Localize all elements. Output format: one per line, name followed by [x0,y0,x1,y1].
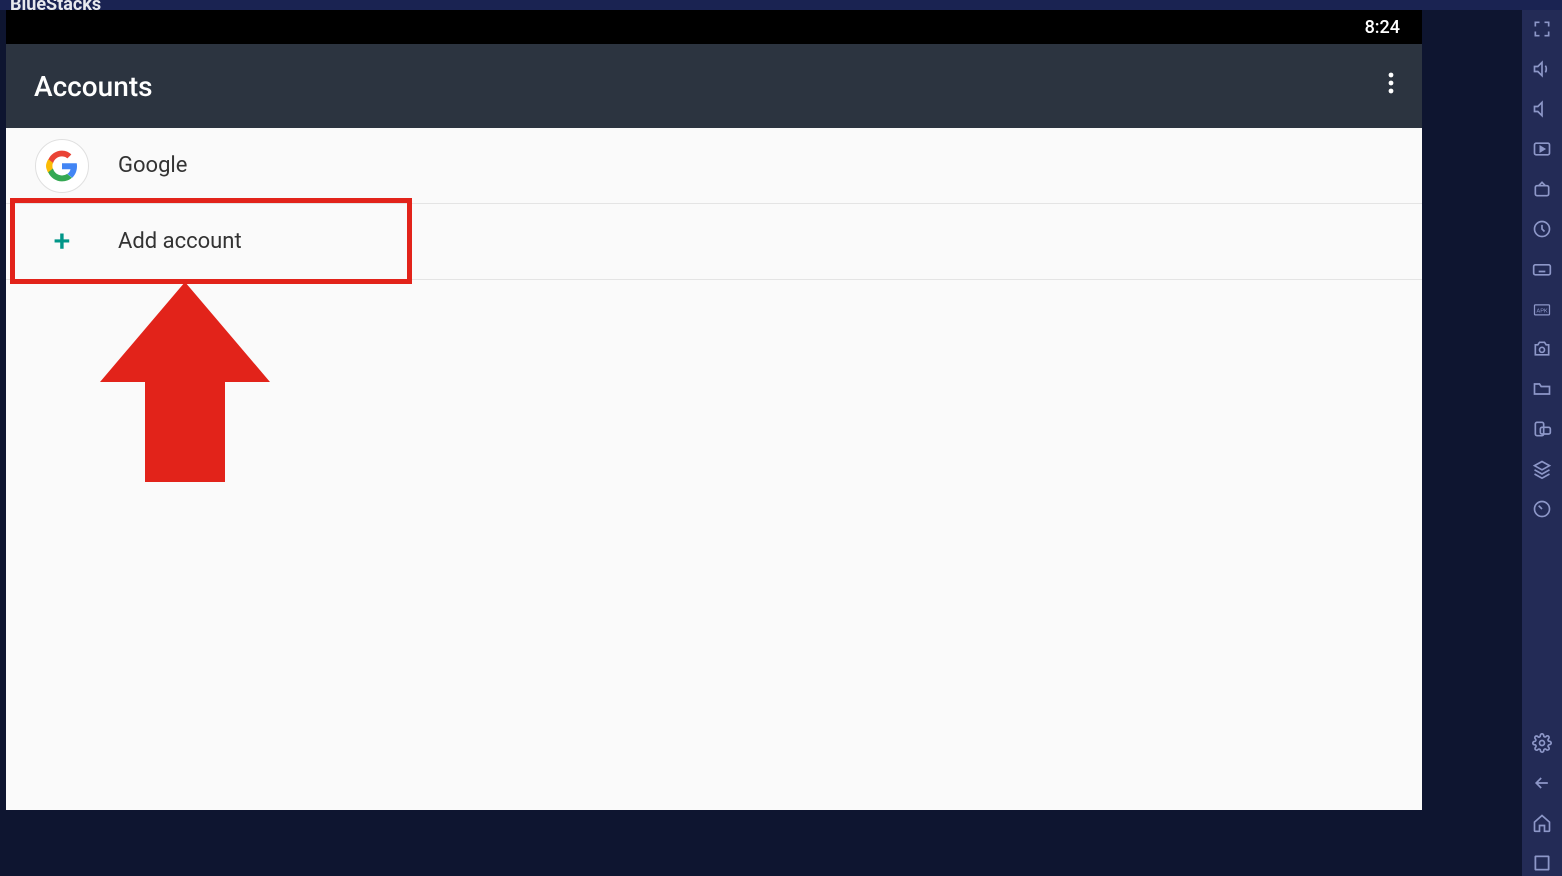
folder-icon[interactable] [1522,376,1562,402]
add-account-label: Add account [118,229,242,254]
back-icon[interactable] [1522,770,1562,796]
volume-down-icon[interactable] [1522,96,1562,122]
screenshot-icon[interactable] [1522,336,1562,362]
rotate-icon[interactable] [1522,416,1562,442]
account-row-google[interactable]: Google [6,128,1422,204]
account-row-label: Google [118,153,187,178]
android-viewport: 8:24 Accounts [6,10,1422,810]
settings-icon[interactable] [1522,730,1562,756]
android-status-bar: 8:24 [6,10,1422,44]
overflow-menu-button[interactable] [1388,71,1394,101]
fullscreen-icon[interactable] [1522,16,1562,42]
add-account-row[interactable]: + Add account [6,204,1422,280]
google-icon [34,138,90,194]
play-file-icon[interactable] [1522,136,1562,162]
layers-icon[interactable] [1522,456,1562,482]
keyboard-icon[interactable] [1522,256,1562,282]
status-time: 8:24 [1365,17,1400,38]
window-titlebar: BlueStacks [0,0,1562,10]
recent-icon[interactable] [1522,216,1562,242]
live-icon[interactable] [1522,176,1562,202]
bluestacks-sidebar: APK [1522,10,1562,876]
plus-icon: + [34,214,90,270]
apk-icon[interactable]: APK [1522,296,1562,322]
accounts-list: Google + Add account [6,128,1422,810]
gauge-icon[interactable] [1522,496,1562,522]
app-bar: Accounts [6,44,1422,128]
home-icon[interactable] [1522,810,1562,836]
page-title: Accounts [34,70,1388,103]
recents-icon[interactable] [1522,850,1562,876]
svg-text:APK: APK [1536,308,1547,314]
volume-up-icon[interactable] [1522,56,1562,82]
